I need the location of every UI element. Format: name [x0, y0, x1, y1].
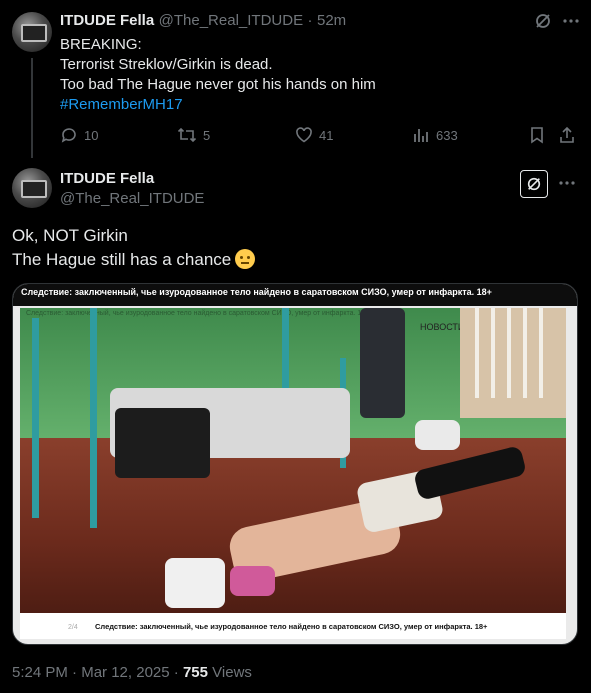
avatar[interactable]: [12, 168, 52, 208]
photo-officer: [360, 308, 405, 418]
photo-towel: [165, 558, 225, 608]
photo-bars: [475, 308, 545, 398]
tweet-line: Terrorist Streklov/Girkin is dead.: [60, 56, 273, 73]
photo-bedpost: [90, 308, 97, 528]
grok-button[interactable]: [520, 170, 548, 198]
photo-ghost-caption: Следствие: заключенный, чье изуродованно…: [26, 310, 370, 317]
repost-button[interactable]: 5: [177, 126, 210, 144]
more-icon[interactable]: [562, 12, 580, 35]
tweet-meta: 5:24 PM · Mar 12, 2025 · 755 Views: [12, 664, 252, 681]
tweet-line: Ok, NOT Girkin: [12, 226, 128, 245]
share-icon[interactable]: [558, 126, 576, 149]
like-icon: [296, 127, 312, 143]
handle[interactable]: @The_Real_ITDUDE: [60, 190, 204, 207]
views-button[interactable]: 633: [412, 126, 458, 144]
reply-icon: [61, 128, 76, 143]
news-tag: НОВОСТИ: [420, 322, 465, 332]
media-image[interactable]: Следствие: заключенный, чье изуродованно…: [12, 283, 578, 645]
thread-connector-line: [31, 58, 33, 158]
tweet1-actions: 10 5 41 633: [60, 126, 580, 146]
like-count: 41: [319, 127, 334, 143]
more-icon[interactable]: [558, 174, 576, 197]
salute-emoji-icon: [235, 249, 256, 269]
grok-icon[interactable]: [534, 12, 552, 35]
reply-count: 10: [84, 127, 99, 143]
separator: ·: [307, 12, 313, 29]
separator: ·: [72, 664, 78, 681]
tweet-line: BREAKING:: [60, 36, 142, 53]
page-number: 2/4: [68, 624, 78, 631]
analytics-icon: [414, 129, 428, 142]
tweet1-header: ITDUDE Fella @The_Real_ITDUDE · 52m: [60, 12, 346, 30]
photo-bedpost: [32, 318, 39, 518]
like-button[interactable]: 41: [295, 126, 333, 144]
photo-blanket: [115, 408, 210, 478]
media-caption-strip: 2/4 Следствие: заключенный, чье изуродов…: [20, 613, 566, 639]
display-name[interactable]: ITDUDE Fella: [60, 170, 154, 187]
handle[interactable]: @The_Real_ITDUDE: [159, 12, 303, 29]
media-caption-bottom: Следствие: заключенный, чье изуродованно…: [95, 622, 488, 631]
photo-cloth: [415, 420, 460, 450]
media-caption-top: Следствие: заключенный, чье изуродованно…: [21, 287, 492, 297]
bookmark-icon[interactable]: [528, 126, 546, 149]
repost-count: 5: [203, 127, 211, 143]
views-count: 755: [182, 664, 208, 681]
tweet-line: Too bad The Hague never got his hands on…: [60, 76, 376, 93]
tweet-line: The Hague still has a chance: [12, 250, 232, 269]
display-name[interactable]: ITDUDE Fella: [60, 12, 154, 29]
post-time[interactable]: 5:24 PM: [12, 664, 68, 681]
hashtag-link[interactable]: #RememberMH17: [60, 95, 376, 115]
views-label: Views: [212, 664, 252, 681]
grok-icon: [527, 177, 541, 191]
separator: ·: [173, 664, 179, 681]
avatar[interactable]: [12, 12, 52, 52]
repost-icon: [177, 127, 197, 143]
tweet2-text: Ok, NOT Girkin The Hague still has a cha…: [12, 224, 256, 272]
timestamp[interactable]: 52m: [317, 12, 346, 29]
reply-button[interactable]: 10: [60, 126, 98, 144]
tweet1-text: BREAKING: Terrorist Streklov/Girkin is d…: [60, 35, 376, 115]
post-date[interactable]: Mar 12, 2025: [81, 664, 169, 681]
photo-pink-cloth: [230, 566, 275, 596]
views-count: 633: [436, 127, 458, 143]
photo: Следствие: заключенный, чье изуродованно…: [20, 308, 566, 613]
